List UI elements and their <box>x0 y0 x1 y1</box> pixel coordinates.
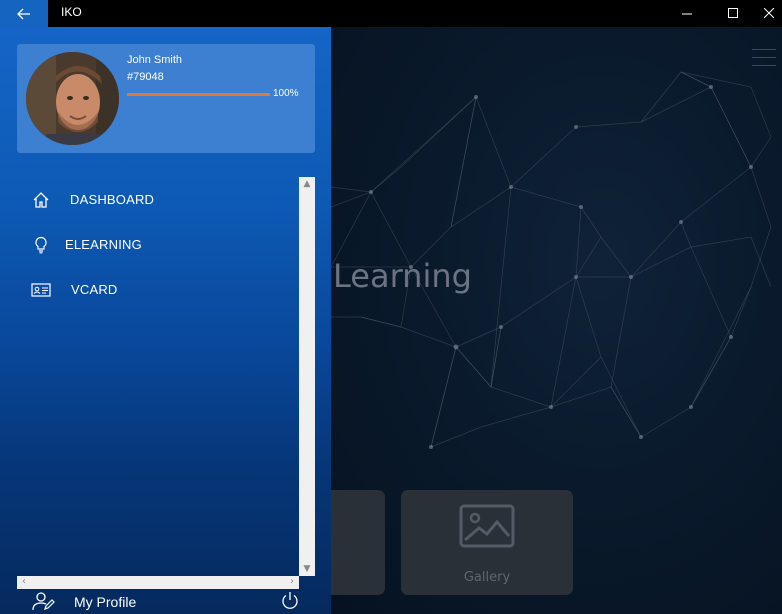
maximize-button[interactable] <box>710 0 756 27</box>
id-card-icon <box>31 280 51 300</box>
user-edit-icon[interactable] <box>32 591 56 614</box>
scroll-left-arrow-icon[interactable]: ‹ <box>17 576 31 589</box>
arrow-left-icon <box>17 8 30 19</box>
nav-label-elearning: ELEARNING <box>65 237 142 252</box>
image-icon <box>459 504 515 548</box>
avatar-photo <box>26 52 119 145</box>
avatar <box>26 52 119 145</box>
minimize-button[interactable] <box>664 0 710 27</box>
app-window: IKO Learning Gallery John Smith #79048 1… <box>0 0 782 614</box>
lightbulb-icon <box>31 235 51 255</box>
profile-name: John Smith <box>127 54 183 66</box>
nav-label-vcard: VCARD <box>71 282 118 297</box>
hero-title: Learning <box>333 257 472 295</box>
title-bar: IKO <box>0 0 782 27</box>
power-icon[interactable] <box>280 591 300 614</box>
nav-label-dashboard: DASHBOARD <box>70 192 155 207</box>
progress-bar <box>127 93 270 96</box>
my-profile-link[interactable]: My Profile <box>74 594 136 610</box>
navigation-drawer: John Smith #79048 100% DASHBOARD ELEARNI… <box>0 27 331 614</box>
home-icon <box>31 190 51 210</box>
progress-fill <box>127 93 270 96</box>
main-content: Learning Gallery <box>331 27 782 614</box>
gallery-label: Gallery <box>463 570 511 585</box>
horizontal-scrollbar[interactable]: ‹ › <box>17 576 299 589</box>
progress-label: 100% <box>273 88 299 99</box>
scroll-down-arrow-icon[interactable]: ▼ <box>299 562 315 576</box>
nav-item-vcard[interactable]: VCARD <box>17 267 299 312</box>
nav-item-elearning[interactable]: ELEARNING <box>17 222 299 267</box>
close-icon <box>763 8 774 19</box>
gallery-tile[interactable]: Gallery <box>401 490 573 595</box>
nav-list: DASHBOARD ELEARNING VCARD <box>17 177 299 312</box>
hamburger-icon[interactable] <box>752 49 776 67</box>
drawer-footer: My Profile <box>0 590 331 614</box>
profile-id: #79048 <box>127 71 164 83</box>
back-button[interactable] <box>0 0 48 27</box>
scroll-up-arrow-icon[interactable]: ▲ <box>299 177 315 191</box>
tile-card[interactable] <box>331 490 385 595</box>
minimize-icon <box>681 13 692 15</box>
nav-item-dashboard[interactable]: DASHBOARD <box>17 177 299 222</box>
scroll-right-arrow-icon[interactable]: › <box>285 576 299 589</box>
profile-card[interactable]: John Smith #79048 100% <box>17 44 315 153</box>
app-title: IKO <box>61 5 82 19</box>
maximize-icon <box>727 8 738 18</box>
vertical-scrollbar[interactable]: ▲ ▼ <box>299 177 315 576</box>
close-button[interactable] <box>756 0 782 27</box>
